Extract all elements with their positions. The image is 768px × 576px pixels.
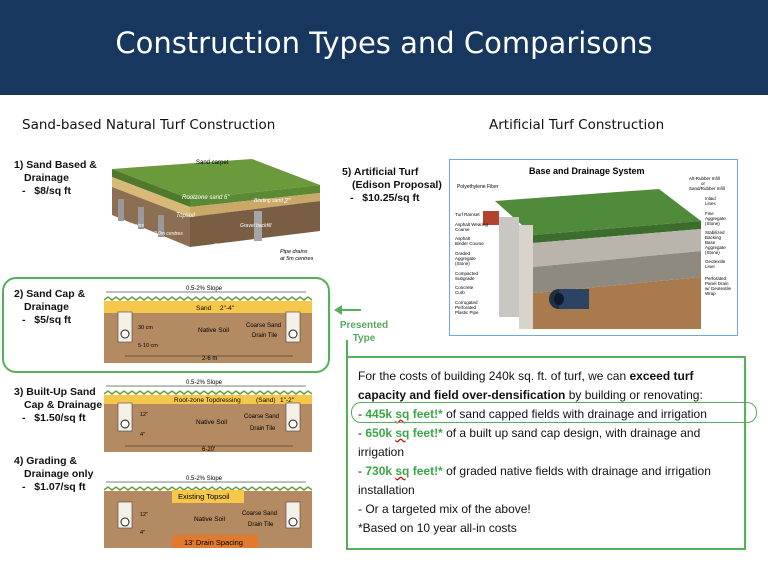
svg-text:Wrap: Wrap xyxy=(705,291,716,296)
label-span: 6-20' xyxy=(202,447,215,453)
sand-based-diagram: Sand carpet Rootzone sand 6" Topsoil Bin… xyxy=(112,159,320,262)
item-label: Drainage xyxy=(24,172,69,184)
label-coarse-sand: Coarse Sand xyxy=(242,511,277,517)
label-2in: 2" xyxy=(283,198,291,205)
item-grading: 4) Grading & Drainage only - $1.07/sq ft xyxy=(14,455,93,494)
right-section-heading: Artificial Turf Construction xyxy=(489,117,665,133)
svg-text:Course: Course xyxy=(455,227,470,232)
bullet-mix: - Or a targeted mix of the above! xyxy=(358,502,531,516)
label-slope: 0.5-2% Slope xyxy=(186,380,223,386)
grading-diagram: 0.5-2% Slope Existing Topsoil Native Soi… xyxy=(103,476,313,548)
item-price: - $1.50/sq ft xyxy=(22,412,86,424)
bullet-highlight-oval xyxy=(351,402,757,423)
item-label: 1) Sand Based & xyxy=(14,159,97,171)
item-price: - $8/sq ft xyxy=(22,185,72,197)
svg-text:(Stone): (Stone) xyxy=(705,250,720,255)
label-slope: 0.5-2% Slope xyxy=(186,476,223,482)
label-ramset: Turf Ramset xyxy=(455,212,480,217)
label-gravel: Gravel backfill xyxy=(240,223,272,229)
label-native-soil: Native Soil xyxy=(194,516,226,523)
item-price: - $10.25/sq ft xyxy=(350,192,420,204)
label-subsoil: Subsoil xyxy=(214,243,231,249)
label-existing-topsoil: Existing Topsoil xyxy=(178,492,230,501)
item-label: Cap & Drainage xyxy=(24,399,103,411)
diagram-title: Base and Drainage System xyxy=(529,166,645,176)
label-rootzone: Rootzone sand 6" xyxy=(182,195,230,201)
label-pipe: Pipe drains xyxy=(280,249,308,255)
left-section-heading: Sand-based Natural Turf Construction xyxy=(22,117,276,133)
svg-text:(Stone): (Stone) xyxy=(455,261,470,266)
summary-intro: For the costs of building 240k sq. ft. o… xyxy=(358,369,703,402)
item-price: - $1.07/sq ft xyxy=(22,481,86,493)
item-built-up: 3) Built-Up Sand Cap & Drainage - $1.50/… xyxy=(14,386,102,425)
label-coarse-sand: Coarse Sand xyxy=(244,414,279,420)
presented-arrow-icon xyxy=(334,305,361,315)
label-drain-tile: Drain Tile xyxy=(248,522,274,528)
item-label: (Edison Proposal) xyxy=(352,179,442,191)
svg-text:(Stone): (Stone) xyxy=(705,221,720,226)
label-fiber: Polyethylene Fiber xyxy=(457,184,499,190)
label-depth-1: 12" xyxy=(140,412,148,418)
label-silt-2: Typically at 1.0 to 2.0m centres xyxy=(114,231,183,237)
label-silt: Silt drains xyxy=(122,223,144,229)
bullet-graded: - 730k sq feet!* of graded native fields… xyxy=(358,464,711,497)
label-topsoil: Topsoil xyxy=(176,213,195,219)
label-depth-2: 4" xyxy=(140,530,145,536)
label-depth: 1"-2" xyxy=(280,397,295,404)
item-label: 4) Grading & xyxy=(14,455,78,467)
sand-cap-highlight-box xyxy=(2,277,330,373)
label-pipe-2: at 5m centres xyxy=(280,256,314,262)
svg-text:Curb: Curb xyxy=(455,290,465,295)
title-banner: Construction Types and Comparisons xyxy=(0,0,768,95)
item-label: 5) Artificial Turf xyxy=(342,166,419,178)
label-native-soil: Native Soil xyxy=(196,419,228,426)
svg-text:Liner: Liner xyxy=(705,264,716,269)
label-drain-tile: Drain Tile xyxy=(250,426,276,432)
label-depth-2: 4" xyxy=(140,432,145,438)
footnote: *Based on 10 year all-in costs xyxy=(358,521,517,535)
item-artificial: 5) Artificial Turf (Edison Proposal) - $… xyxy=(342,166,442,205)
svg-text:Plastic Pipe: Plastic Pipe xyxy=(455,310,479,315)
svg-text:Subgrade: Subgrade xyxy=(455,276,475,281)
svg-text:Binder Course: Binder Course xyxy=(455,241,484,246)
built-up-diagram: 0.5-2% Slope Root-zone Topdressing (Sand… xyxy=(103,380,313,453)
label-sand-carpet: Sand carpet xyxy=(196,160,229,166)
item-label: Drainage only xyxy=(24,468,94,480)
svg-text:Sand/Rubber Infill: Sand/Rubber Infill xyxy=(689,186,725,191)
label-rootzone: Root-zone Topdressing xyxy=(174,397,241,404)
item-sand-based: 1) Sand Based & Drainage - $8/sq ft xyxy=(14,159,97,198)
page-title: Construction Types and Comparisons xyxy=(115,26,653,60)
svg-text:Lines: Lines xyxy=(705,201,717,206)
bullet-built-up: - 650k sq feet!* of a built up sand cap … xyxy=(358,426,701,459)
cost-summary-box: For the costs of building 240k sq. ft. o… xyxy=(346,356,746,550)
item-label: 3) Built-Up Sand xyxy=(14,386,96,398)
artificial-turf-diagram: Base and Drainage System Polyethylene Fi… xyxy=(449,159,738,336)
label-depth-1: 12" xyxy=(140,512,148,518)
label-binding: Binding sand xyxy=(254,198,283,204)
label-drain-spacing: 13' Drain Spacing xyxy=(184,538,243,547)
label-sand: (Sand) xyxy=(256,397,276,404)
